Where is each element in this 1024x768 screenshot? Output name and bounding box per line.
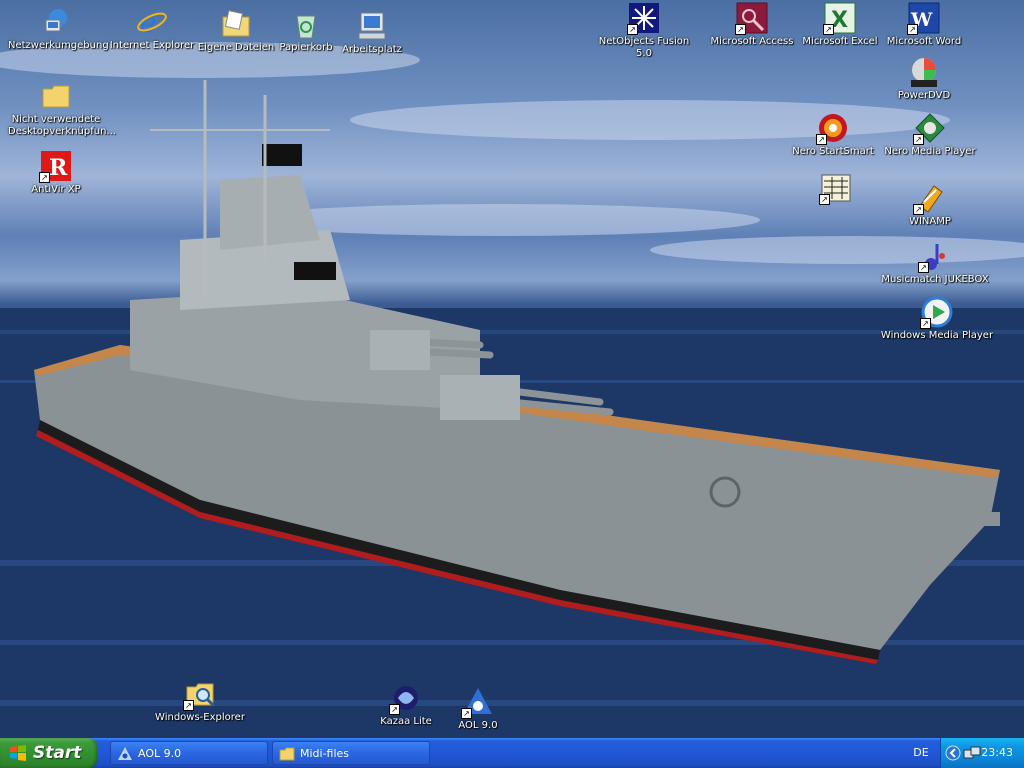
shortcut-arrow-icon: ↗: [735, 24, 746, 35]
excel-icon: X ↗: [823, 2, 856, 35]
icon-label: Arbeitsplatz: [342, 44, 402, 55]
desktop-icon-unused-shortcuts[interactable]: Nicht verwendete Desktopverknüpfun...: [8, 80, 116, 138]
task-label: Midi-files: [300, 747, 350, 760]
desktop-icon-access[interactable]: ↗ Microsoft Access: [704, 2, 800, 48]
shortcut-arrow-icon: ↗: [913, 134, 924, 145]
desktop-icon-windows-explorer[interactable]: ↗ Windows-Explorer: [152, 678, 248, 724]
shortcut-arrow-icon: ↗: [823, 24, 834, 35]
icon-label: Nero StartSmart: [792, 146, 874, 157]
icon-label: AntiVir XP: [31, 184, 81, 195]
my-documents-icon: [220, 8, 252, 40]
shortcut-arrow-icon: ↗: [920, 318, 931, 329]
folder-icon: [40, 80, 72, 112]
icon-label: Internet Explorer: [109, 40, 195, 51]
tray-expand-icon[interactable]: [945, 745, 961, 761]
battleship-wallpaper: [0, 42, 1024, 738]
shortcut-arrow-icon: ↗: [627, 24, 638, 35]
icon-label: Desktopverknüpfun...: [8, 126, 116, 137]
svg-text:R: R: [49, 155, 68, 181]
recycle-bin-icon: [290, 8, 322, 40]
shortcut-arrow-icon: ↗: [913, 204, 924, 215]
internet-explorer-icon: e: [136, 6, 168, 39]
icon-label: Netzwerkumgebung: [8, 40, 109, 51]
shortcut-arrow-icon: ↗: [816, 134, 827, 145]
aol-icon: ↗: [461, 686, 494, 719]
network-places-icon: [40, 6, 72, 38]
icon-label: NetObjects Fusion 5.0: [598, 36, 690, 59]
icon-label: Microsoft Access: [710, 36, 794, 47]
antivir-icon: R ↗: [39, 150, 72, 183]
desktop[interactable]: Netzwerkumgebung e Internet Explorer Eig…: [0, 0, 1024, 738]
task-label: AOL 9.0: [138, 747, 182, 760]
desktop-icon-powerdvd[interactable]: PowerDVD: [876, 56, 972, 102]
icon-label: Microsoft Word: [886, 36, 962, 47]
start-label: Start: [33, 743, 82, 763]
desktop-icon-my-computer[interactable]: Arbeitsplatz: [324, 10, 420, 56]
nero-startsmart-icon: ↗: [816, 112, 849, 145]
winamp-icon: ↗: [913, 182, 946, 215]
icon-label: Windows Media Player: [880, 330, 994, 341]
system-tray: 23:43: [940, 738, 1024, 768]
desktop-icon-network[interactable]: Netzwerkumgebung: [8, 6, 109, 52]
kazaa-icon: ↗: [389, 682, 422, 715]
musicmatch-icon: ↗: [918, 240, 951, 273]
aol-icon: [118, 747, 132, 760]
icon-label: AOL 9.0: [458, 720, 498, 731]
my-computer-icon: [356, 10, 388, 42]
desktop-icon-internet-explorer[interactable]: e Internet Explorer: [104, 6, 200, 52]
desktop-icon-nero-media-player[interactable]: ↗ Nero Media Player: [878, 112, 982, 158]
desktop-icon-windows-media-player[interactable]: ↗ Windows Media Player: [876, 296, 998, 342]
icon-label: Nero Media Player: [884, 146, 976, 157]
desktop-icon-aol[interactable]: ↗ AOL 9.0: [430, 686, 526, 732]
desktop-icon-nero-startsmart[interactable]: ↗ Nero StartSmart: [784, 112, 882, 158]
desktop-icon-tabledit[interactable]: ↗: [788, 172, 884, 206]
taskbar-button-midi-files[interactable]: Midi-files: [272, 741, 430, 765]
windows-explorer-icon: ↗: [183, 678, 216, 711]
desktop-icon-musicmatch[interactable]: ↗ Musicmatch JUKEBOX: [876, 240, 994, 286]
windows-media-player-icon: ↗: [920, 296, 953, 329]
windows-logo-icon: [10, 745, 26, 761]
shortcut-arrow-icon: ↗: [819, 194, 830, 205]
folder-icon: [279, 747, 295, 761]
nero-media-player-icon: ↗: [913, 112, 946, 145]
clock[interactable]: 23:43: [981, 738, 1013, 768]
network-connection-icon[interactable]: [963, 745, 981, 761]
tabledit-icon: ↗: [819, 172, 852, 205]
icon-label: Microsoft Excel: [802, 36, 878, 47]
desktop-icon-word[interactable]: W ↗ Microsoft Word: [876, 2, 972, 48]
icon-label: Musicmatch JUKEBOX: [881, 274, 989, 285]
desktop-icon-antivir[interactable]: R ↗ AntiVir XP: [8, 150, 104, 196]
icon-label: Nicht verwendete: [11, 114, 101, 125]
powerdvd-icon: [908, 56, 940, 88]
access-icon: ↗: [735, 2, 768, 35]
shortcut-arrow-icon: ↗: [183, 700, 194, 711]
desktop-icon-excel[interactable]: X ↗ Microsoft Excel: [792, 2, 888, 48]
start-button[interactable]: Start: [0, 738, 98, 768]
taskbar: Start AOL 9.0 Midi-files DE 23:43: [0, 738, 1024, 768]
icon-label: PowerDVD: [897, 90, 951, 101]
taskbar-button-aol[interactable]: AOL 9.0: [110, 741, 268, 765]
desktop-icon-netobjects[interactable]: ↗ NetObjects Fusion 5.0: [592, 2, 696, 60]
desktop-icon-winamp[interactable]: ↗ WINAMP: [882, 182, 978, 228]
icon-label: WINAMP: [909, 216, 951, 227]
language-indicator[interactable]: DE: [906, 738, 936, 768]
icon-label: Windows-Explorer: [155, 712, 245, 723]
word-icon: W ↗: [907, 2, 940, 35]
shortcut-arrow-icon: ↗: [907, 24, 918, 35]
netobjects-icon: ↗: [627, 2, 660, 35]
shortcut-arrow-icon: ↗: [918, 262, 929, 273]
shortcut-arrow-icon: ↗: [39, 172, 50, 183]
shortcut-arrow-icon: ↗: [461, 708, 472, 719]
shortcut-arrow-icon: ↗: [389, 704, 400, 715]
